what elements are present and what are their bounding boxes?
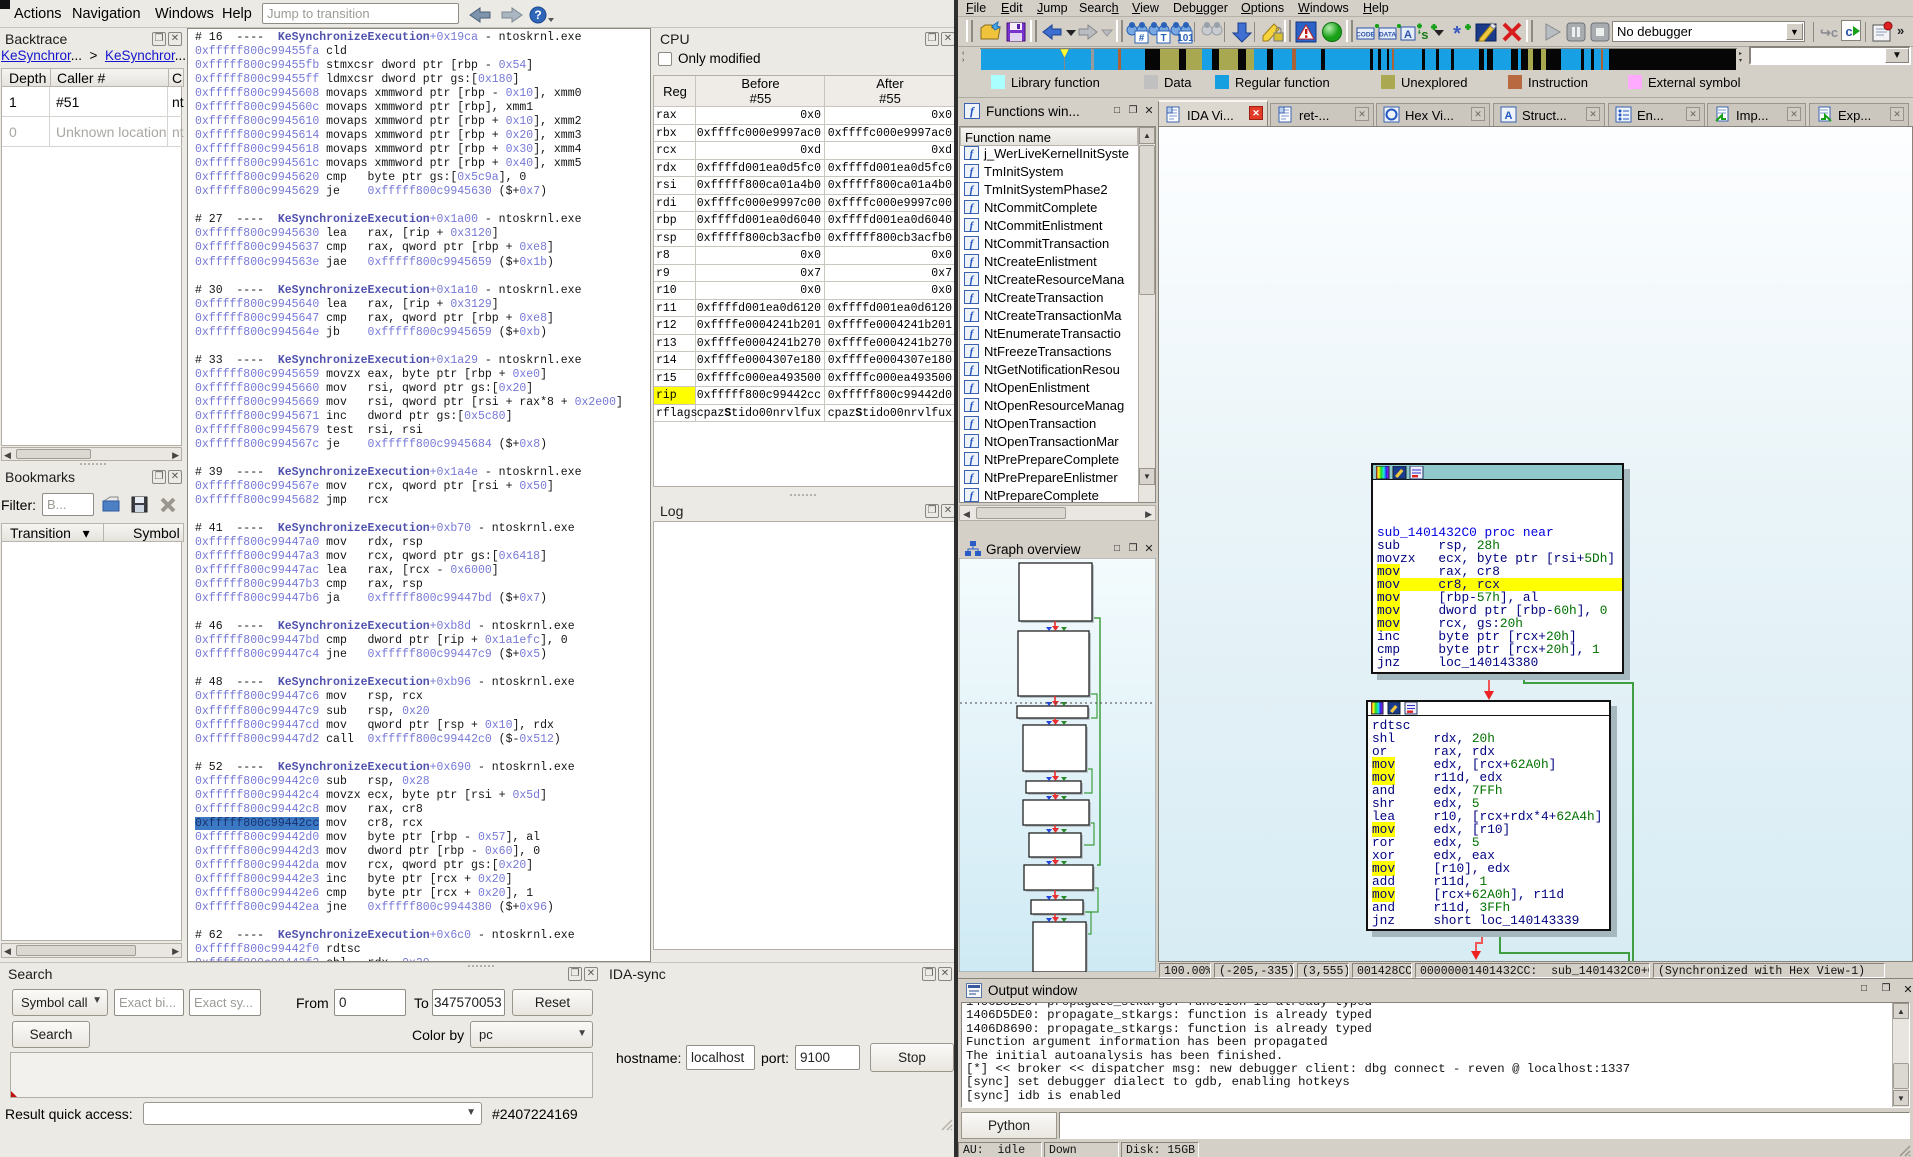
- svg-text:101: 101: [1177, 33, 1193, 44]
- svg-text:?: ?: [534, 8, 541, 22]
- svg-text:#: #: [1139, 33, 1145, 44]
- svg-text:T: T: [1160, 33, 1166, 44]
- svg-text:*: *: [1453, 23, 1461, 44]
- svg-text:↪c: ↪c: [1820, 25, 1838, 40]
- svg-text:c: c: [1845, 24, 1852, 39]
- svg-text:‘s: ‘s: [1418, 27, 1429, 42]
- svg-text:A: A: [1404, 29, 1412, 41]
- svg-text:A: A: [1505, 110, 1513, 122]
- svg-text:CODE: CODE: [1356, 32, 1375, 39]
- svg-text:DATA: DATA: [1379, 32, 1396, 39]
